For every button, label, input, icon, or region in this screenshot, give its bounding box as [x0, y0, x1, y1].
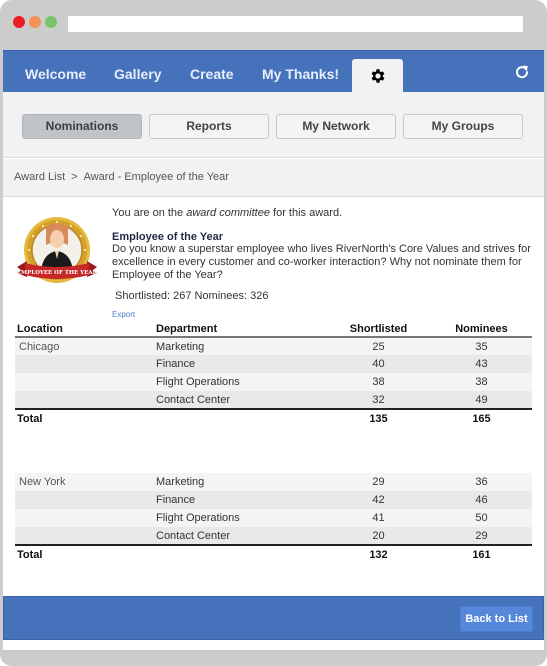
nominees-cell: 49 — [431, 391, 532, 410]
committee-prefix: You are on the — [112, 207, 187, 219]
top-nav: Welcome Gallery Create My Thanks! — [3, 50, 544, 93]
location-cell — [15, 391, 156, 410]
location-cell — [15, 373, 156, 391]
nav-gallery[interactable]: Gallery — [114, 51, 161, 93]
browser-window: Welcome Gallery Create My Thanks! Nomina… — [0, 0, 547, 666]
nav-welcome[interactable]: Welcome — [25, 51, 86, 93]
refresh-button[interactable] — [511, 61, 533, 83]
committee-notice: You are on the award committee for this … — [112, 207, 342, 219]
nominees-cell: 43 — [431, 355, 532, 373]
department-cell: Marketing — [156, 337, 326, 355]
total-label: Total — [15, 545, 156, 563]
location-cell: Chicago — [15, 337, 156, 355]
report-table-new-york: New York Marketing 29 36 Finance 42 46 F… — [15, 473, 532, 563]
total-nominees: 165 — [431, 409, 532, 427]
badge-text: EMPLOYEE OF THE YEAR — [17, 270, 98, 276]
shortlisted-cell: 41 — [326, 509, 431, 527]
location-cell — [15, 491, 156, 509]
column-header-department[interactable]: Department — [156, 321, 326, 338]
location-cell — [15, 355, 156, 373]
footer-bar: Back to List — [3, 596, 544, 640]
total-nominees: 161 — [431, 545, 532, 563]
award-title: Employee of the Year — [112, 231, 224, 243]
nominees-cell: 38 — [431, 373, 532, 391]
refresh-icon — [516, 65, 529, 79]
tab-nominations[interactable]: Nominations — [22, 114, 142, 139]
column-header-nominees[interactable]: Nominees — [431, 321, 532, 338]
nominees-cell: 36 — [431, 473, 532, 491]
total-shortlisted: 135 — [326, 409, 431, 427]
minimize-window-button[interactable] — [29, 16, 41, 28]
total-row: Total 135 165 — [15, 409, 532, 427]
close-window-button[interactable] — [13, 16, 25, 28]
shortlisted-cell: 25 — [326, 337, 431, 355]
column-header-shortlisted[interactable]: Shortlisted — [326, 321, 431, 338]
breadcrumb-current: Award - Employee of the Year — [83, 171, 229, 183]
shortlisted-cell: 42 — [326, 491, 431, 509]
department-cell — [156, 409, 326, 427]
table-row: Flight Operations 38 38 — [15, 373, 532, 391]
nominees-cell: 50 — [431, 509, 532, 527]
table-row: Contact Center 32 49 — [15, 391, 532, 410]
nav-my-thanks[interactable]: My Thanks! — [262, 51, 339, 93]
committee-suffix: for this award. — [269, 207, 343, 219]
department-cell: Flight Operations — [156, 509, 326, 527]
department-cell: Flight Operations — [156, 373, 326, 391]
breadcrumb: Award List > Award - Employee of the Year — [3, 159, 544, 197]
nav-create[interactable]: Create — [190, 51, 234, 93]
department-cell — [156, 545, 326, 563]
gear-icon — [371, 69, 384, 83]
shortlisted-cell: 32 — [326, 391, 431, 410]
shortlisted-cell: 40 — [326, 355, 431, 373]
location-cell — [15, 509, 156, 527]
nominees-cell: 35 — [431, 337, 532, 355]
committee-role: award committee — [186, 207, 270, 219]
award-badge-icon: EMPLOYEE OF THE YEAR — [17, 217, 98, 283]
table-header-row: Location Department Shortlisted Nominees — [15, 321, 532, 338]
table-row: Chicago Marketing 25 35 — [15, 337, 532, 355]
department-cell: Finance — [156, 491, 326, 509]
back-to-list-button[interactable]: Back to List — [460, 606, 533, 632]
tab-my-groups[interactable]: My Groups — [403, 114, 523, 139]
award-counts: Shortlisted: 267 Nominees: 326 — [115, 290, 269, 302]
sub-nav: Nominations Reports My Network My Groups — [3, 92, 544, 158]
department-cell: Finance — [156, 355, 326, 373]
location-cell: New York — [15, 473, 156, 491]
shortlisted-cell: 29 — [326, 473, 431, 491]
maximize-window-button[interactable] — [45, 16, 57, 28]
shortlisted-cell: 38 — [326, 373, 431, 391]
table-row: Contact Center 20 29 — [15, 527, 532, 546]
total-shortlisted: 132 — [326, 545, 431, 563]
export-link[interactable]: Export — [112, 310, 135, 319]
table-row: New York Marketing 29 36 — [15, 473, 532, 491]
column-header-location[interactable]: Location — [15, 321, 156, 338]
table-row: Flight Operations 41 50 — [15, 509, 532, 527]
shortlisted-cell: 20 — [326, 527, 431, 546]
location-cell — [15, 527, 156, 546]
breadcrumb-award-list[interactable]: Award List — [14, 171, 65, 183]
table-row: Finance 42 46 — [15, 491, 532, 509]
report-table-chicago: Location Department Shortlisted Nominees… — [15, 321, 532, 427]
department-cell: Contact Center — [156, 391, 326, 410]
nominees-cell: 29 — [431, 527, 532, 546]
total-row: Total 132 161 — [15, 545, 532, 563]
table-row: Finance 40 43 — [15, 355, 532, 373]
department-cell: Contact Center — [156, 527, 326, 546]
department-cell: Marketing — [156, 473, 326, 491]
tab-reports[interactable]: Reports — [149, 114, 269, 139]
award-description: Do you know a superstar employee who liv… — [112, 243, 531, 281]
total-label: Total — [15, 409, 156, 427]
page-viewport: Welcome Gallery Create My Thanks! Nomina… — [3, 50, 544, 650]
nav-settings-tab[interactable] — [352, 59, 403, 93]
nominees-cell: 46 — [431, 491, 532, 509]
tab-my-network[interactable]: My Network — [276, 114, 396, 139]
breadcrumb-separator: > — [71, 171, 78, 183]
address-bar[interactable] — [68, 16, 523, 32]
